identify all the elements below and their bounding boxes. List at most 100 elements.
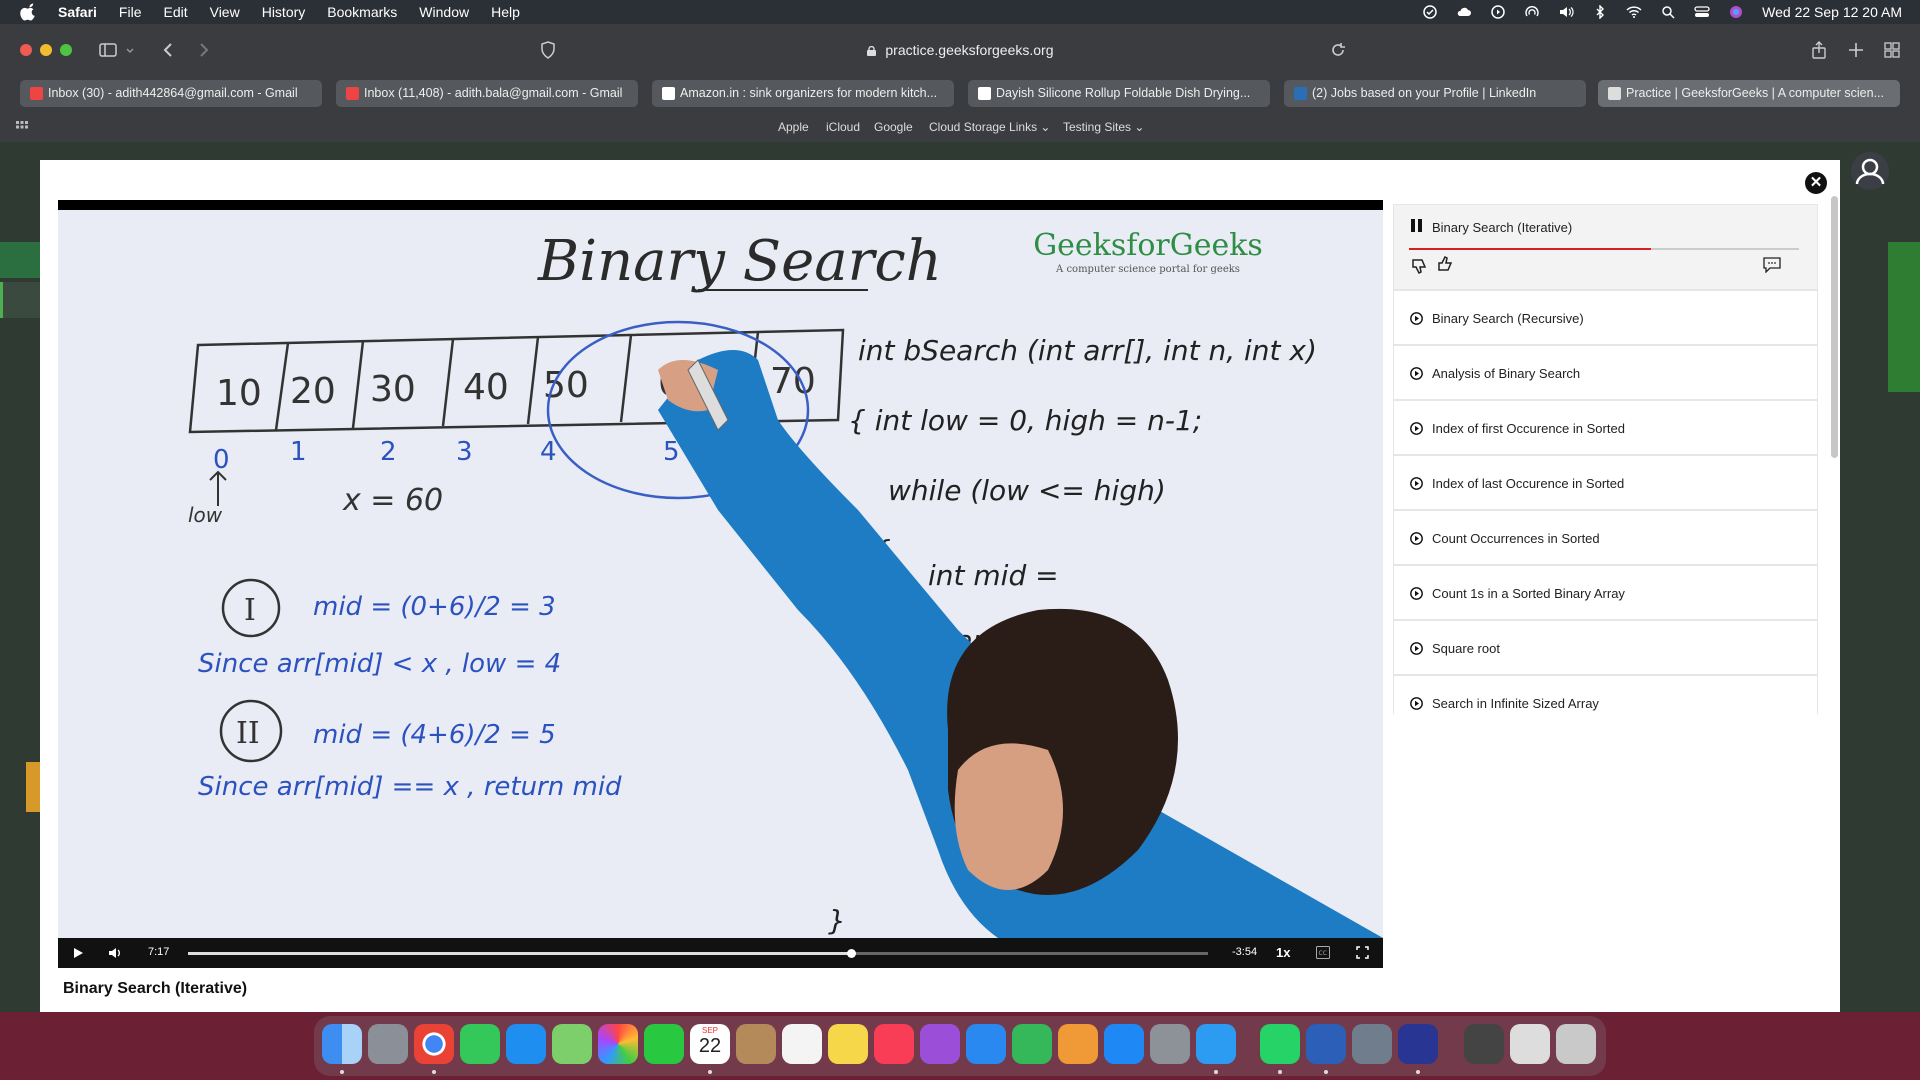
system-preferences-icon[interactable] [1150, 1024, 1190, 1064]
menu-file[interactable]: File [119, 4, 142, 20]
tab-amazon-1[interactable]: Amazon.in : sink organizers for modern k… [652, 80, 954, 107]
contacts-icon[interactable] [736, 1024, 776, 1064]
menu-view[interactable]: View [210, 4, 240, 20]
playback-speed-button[interactable]: 1x [1276, 945, 1290, 960]
podcasts-icon[interactable] [920, 1024, 960, 1064]
cloud-icon[interactable] [1456, 5, 1472, 19]
play-circle-icon[interactable] [1490, 5, 1506, 19]
pages-icon[interactable] [1058, 1024, 1098, 1064]
menu-bookmarks[interactable]: Bookmarks [327, 4, 397, 20]
video-progress-knob[interactable] [847, 949, 856, 958]
favorite-google[interactable]: Google [874, 120, 913, 134]
new-tab-plus-icon[interactable] [1846, 40, 1866, 60]
favorite-icloud[interactable]: iCloud [826, 120, 860, 134]
music-icon[interactable] [874, 1024, 914, 1064]
downloads-folder-icon[interactable] [1510, 1024, 1550, 1064]
playlist-item[interactable]: Binary Search (Recursive) [1393, 290, 1818, 345]
playlist-item-current[interactable]: Binary Search (Iterative) [1393, 204, 1818, 290]
launchpad-icon[interactable] [368, 1024, 408, 1064]
menubar-clock[interactable]: Wed 22 Sep 12 20 AM [1762, 4, 1902, 20]
thumbs-up-icon[interactable] [1436, 255, 1454, 273]
play-icon[interactable] [72, 947, 84, 959]
reload-icon[interactable] [1328, 40, 1348, 60]
captions-icon[interactable]: CC [1316, 946, 1330, 959]
favorite-testing-sites[interactable]: Testing Sites ⌄ [1063, 120, 1144, 134]
menu-app-name[interactable]: Safari [58, 4, 97, 20]
recent-document-icon[interactable] [1464, 1024, 1504, 1064]
playlist-scrollbar[interactable] [1831, 196, 1838, 458]
notes-icon[interactable] [828, 1024, 868, 1064]
preview-icon[interactable] [1352, 1024, 1392, 1064]
messages-icon[interactable] [460, 1024, 500, 1064]
spotlight-search-icon[interactable] [1660, 5, 1676, 19]
tab-overview-icon[interactable] [1882, 40, 1902, 60]
zoom-window-button[interactable] [60, 44, 72, 56]
bluetooth-icon[interactable] [1592, 5, 1608, 19]
forward-arrow-icon[interactable] [194, 40, 214, 60]
tab-gmail-2[interactable]: Inbox (11,408) - adith.bala@gmail.com - … [336, 80, 638, 107]
wifi-icon[interactable] [1626, 5, 1642, 19]
video-player[interactable]: Binary Search 10 20 30 40 50 60 70 0 1 [58, 200, 1383, 968]
siri-icon[interactable] [1728, 5, 1744, 19]
airdrop-icon[interactable] [1524, 5, 1540, 19]
volume-icon[interactable] [108, 946, 123, 960]
volume-icon[interactable] [1558, 5, 1574, 19]
back-arrow-icon[interactable] [158, 40, 178, 60]
app-store-icon[interactable] [1104, 1024, 1144, 1064]
live-batches-tab[interactable] [1888, 242, 1920, 392]
compass-status-icon[interactable] [1422, 5, 1438, 19]
playlist-item[interactable]: Count 1s in a Sorted Binary Array [1393, 565, 1818, 620]
address-bar[interactable]: practice.geeksforgeeks.org [570, 38, 1350, 62]
privacy-shield-icon[interactable] [538, 40, 558, 60]
close-window-button[interactable] [20, 44, 32, 56]
apps-grid-icon[interactable] [16, 121, 28, 133]
favorite-apple[interactable]: Apple [778, 120, 809, 134]
avatar[interactable] [1851, 152, 1889, 190]
facetime-icon[interactable] [644, 1024, 684, 1064]
mail-icon[interactable] [506, 1024, 546, 1064]
video-frame[interactable]: Binary Search 10 20 30 40 50 60 70 0 1 [58, 210, 1383, 938]
menu-edit[interactable]: Edit [163, 4, 187, 20]
fullscreen-icon[interactable] [1356, 946, 1369, 959]
playlist-item[interactable]: Count Occurrences in Sorted [1393, 510, 1818, 565]
screen-icon[interactable] [1398, 1024, 1438, 1064]
low-pointer-label: low [188, 503, 223, 527]
keynote-icon[interactable] [966, 1024, 1006, 1064]
pause-icon[interactable] [1410, 219, 1423, 232]
playlist-item[interactable]: Index of last Occurence in Sorted [1393, 455, 1818, 510]
playlist-item[interactable]: Search in Infinite Sized Array [1393, 675, 1818, 714]
chrome-icon[interactable] [414, 1024, 454, 1064]
reminders-icon[interactable] [782, 1024, 822, 1064]
video-progress-bar[interactable] [188, 949, 1208, 958]
sidebar-toggle-icon[interactable] [98, 40, 118, 60]
chevron-down-icon[interactable] [124, 40, 136, 60]
share-icon[interactable] [1809, 40, 1829, 60]
numbers-icon[interactable] [1012, 1024, 1052, 1064]
elapsed-time: 7:17 [148, 946, 170, 958]
safari-icon[interactable] [1196, 1024, 1236, 1064]
menu-help[interactable]: Help [491, 4, 520, 20]
trash-icon[interactable] [1556, 1024, 1596, 1064]
finder-icon[interactable] [322, 1024, 362, 1064]
playlist-item[interactable]: Index of first Occurence in Sorted [1393, 400, 1818, 455]
tab-amazon-2[interactable]: Dayish Silicone Rollup Foldable Dish Dry… [968, 80, 1270, 107]
thumbs-down-icon[interactable] [1410, 257, 1428, 275]
playlist-item[interactable]: Square root [1393, 620, 1818, 675]
photos-icon[interactable] [598, 1024, 638, 1064]
word-icon[interactable] [1306, 1024, 1346, 1064]
comment-icon[interactable] [1763, 257, 1781, 273]
menu-window[interactable]: Window [419, 4, 469, 20]
maps-icon[interactable] [552, 1024, 592, 1064]
close-modal-button[interactable]: ✕ [1805, 172, 1827, 194]
menu-history[interactable]: History [262, 4, 306, 20]
calendar-icon[interactable]: SEP 22 [690, 1024, 730, 1064]
apple-menu-icon[interactable] [20, 3, 38, 21]
whatsapp-icon[interactable] [1260, 1024, 1300, 1064]
tab-gmail-1[interactable]: Inbox (30) - adith442864@gmail.com - Gma… [20, 80, 322, 107]
tab-linkedin[interactable]: (2) Jobs based on your Profile | LinkedI… [1284, 80, 1586, 107]
minimize-window-button[interactable] [40, 44, 52, 56]
favorite-cloud-storage-links[interactable]: Cloud Storage Links ⌄ [929, 120, 1050, 134]
control-center-icon[interactable] [1694, 5, 1710, 19]
tab-geeksforgeeks[interactable]: Practice | GeeksforGeeks | A computer sc… [1598, 80, 1900, 107]
playlist-item[interactable]: Analysis of Binary Search [1393, 345, 1818, 400]
